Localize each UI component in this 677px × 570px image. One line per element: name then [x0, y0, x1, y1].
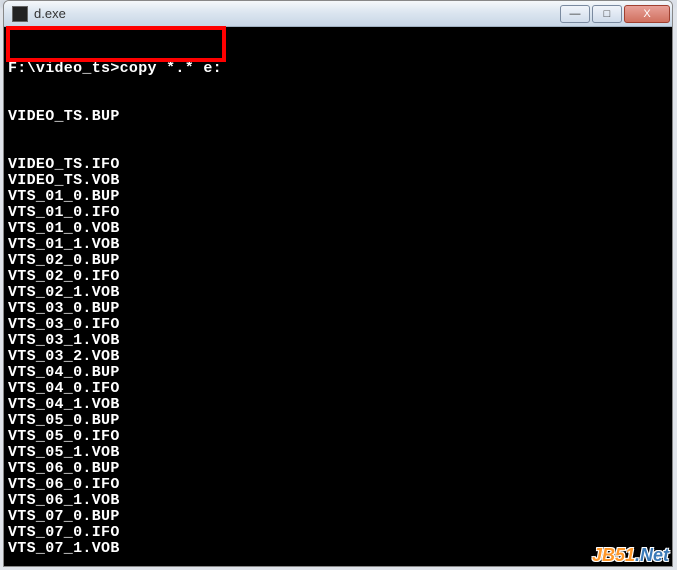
file-line: VTS_02_0.BUP — [4, 253, 672, 269]
file-line: VTS_01_0.VOB — [4, 221, 672, 237]
file-line: VIDEO_TS.BUP — [4, 109, 672, 125]
file-line: VTS_02_0.IFO — [4, 269, 672, 285]
file-line: VIDEO_TS.IFO — [4, 157, 672, 173]
file-line: VIDEO_TS.VOB — [4, 173, 672, 189]
watermark: JB51.Net — [592, 545, 669, 566]
file-line: VTS_05_0.BUP — [4, 413, 672, 429]
file-line: VTS_01_0.BUP — [4, 189, 672, 205]
window-controls: — □ X — [558, 5, 670, 23]
file-line: VTS_04_0.IFO — [4, 381, 672, 397]
title-left: d.exe — [12, 6, 66, 22]
file-line: VTS_05_1.VOB — [4, 445, 672, 461]
file-line: VTS_03_1.VOB — [4, 333, 672, 349]
file-line: VTS_07_0.IFO — [4, 525, 672, 541]
file-line: VTS_04_1.VOB — [4, 397, 672, 413]
file-line: VTS_03_0.IFO — [4, 317, 672, 333]
file-line: VTS_06_1.VOB — [4, 493, 672, 509]
prompt-line: F:\video_ts>copy *.* e: — [4, 61, 672, 77]
close-button[interactable]: X — [624, 5, 670, 23]
window-title: d.exe — [34, 6, 66, 21]
file-line: VTS_01_1.VOB — [4, 237, 672, 253]
file-line: VTS_06_0.IFO — [4, 477, 672, 493]
file-line: VTS_06_0.BUP — [4, 461, 672, 477]
file-line: VTS_02_1.VOB — [4, 285, 672, 301]
file-line: VTS_01_0.IFO — [4, 205, 672, 221]
file-line: VTS_07_1.VOB — [4, 541, 672, 557]
file-line: VTS_03_0.BUP — [4, 301, 672, 317]
file-line: VTS_07_0.BUP — [4, 509, 672, 525]
file-line: VTS_05_0.IFO — [4, 429, 672, 445]
cmd-window: d.exe — □ X F:\video_ts>copy *.* e: VIDE… — [3, 0, 673, 567]
terminal-output[interactable]: F:\video_ts>copy *.* e: VIDEO_TS.BUP VID… — [4, 27, 672, 566]
maximize-button[interactable]: □ — [592, 5, 622, 23]
app-icon — [12, 6, 28, 22]
minimize-button[interactable]: — — [560, 5, 590, 23]
file-line: VTS_03_2.VOB — [4, 349, 672, 365]
titlebar[interactable]: d.exe — □ X — [4, 1, 672, 27]
file-line: VTS_04_0.BUP — [4, 365, 672, 381]
